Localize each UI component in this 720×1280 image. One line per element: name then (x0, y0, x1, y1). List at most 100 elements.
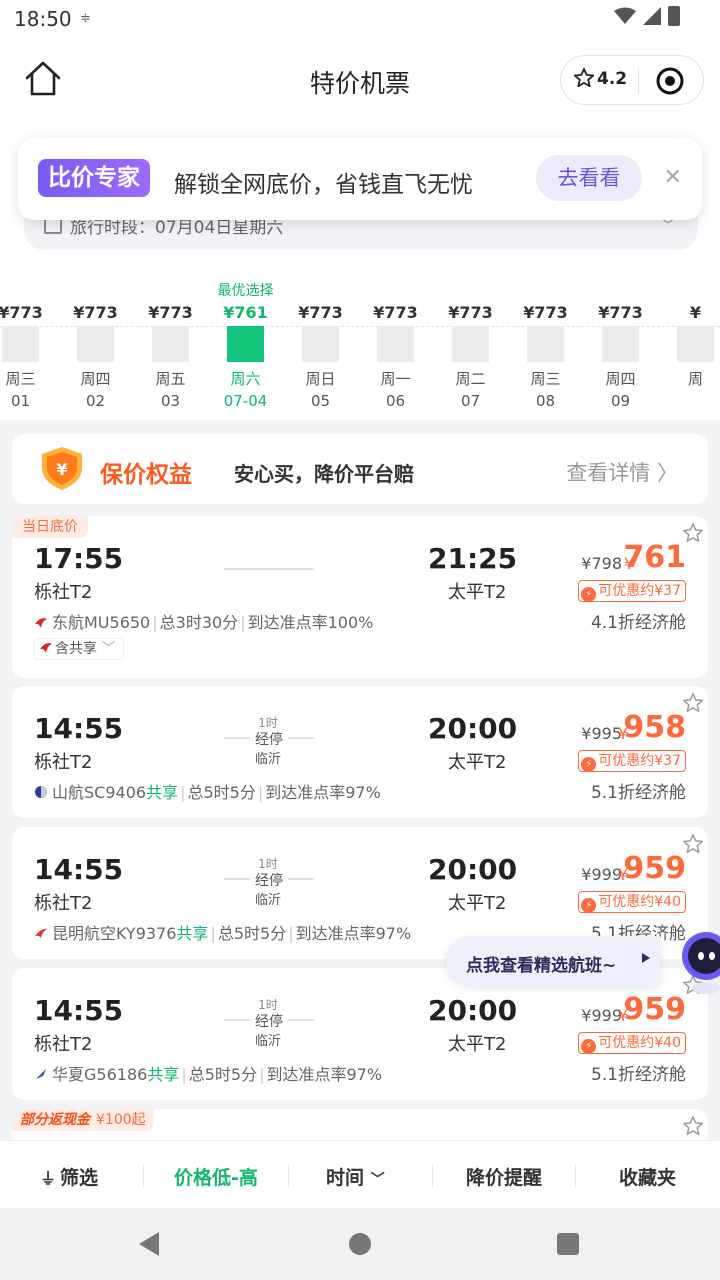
date-weekday: 周五 (155, 370, 186, 388)
date-weekday: 周二 (455, 370, 486, 388)
price-guarantee-banner[interactable]: ¥ 保价权益 安心买，降价平台赔 查看详情 〉 (12, 434, 708, 504)
flight-card[interactable]: 14:55 栎社T2 1时 经停 临沂 20:00 太平T2 ¥999 ¥ 95… (12, 968, 708, 1100)
date-option[interactable]: ¥773 周五 03 (133, 280, 208, 410)
stopover-label: 经停 (250, 1011, 288, 1031)
recent-apps-icon[interactable] (557, 1233, 579, 1255)
arrival-airport: 太平T2 (448, 893, 507, 914)
back-icon[interactable] (139, 1232, 159, 1256)
favorite-star-icon[interactable] (682, 1115, 704, 1137)
codeshare-label: 含共享 (55, 641, 97, 657)
cabin-class: 4.1折经济舱 (590, 613, 686, 633)
date-price: ¥773 (298, 303, 343, 322)
flight-price: 761 (623, 540, 686, 575)
sort-filter-bar: ⏚ 筛选 价格低-高 时间 ﹀ 降价提醒 收藏夹 (0, 1140, 720, 1208)
price-bar (77, 326, 114, 362)
filter-label: 筛选 (60, 1167, 99, 1189)
price-bar (602, 326, 639, 362)
on-time-rate: 到达准点率97% (265, 783, 381, 802)
featured-flights-text: 点我查看精选航班~ (466, 956, 617, 976)
price-bar (152, 326, 189, 362)
tab-divider (288, 1165, 289, 1187)
home-circle-icon[interactable] (349, 1233, 371, 1255)
departure-airport: 栎社T2 (34, 582, 93, 603)
date-option[interactable]: ¥773 周三 08 (508, 280, 583, 410)
favorites-tab[interactable]: 收藏夹 (619, 1163, 676, 1190)
date-option[interactable]: ¥773 周四 09 (583, 280, 658, 410)
price-alert-tab[interactable]: 降价提醒 (466, 1163, 542, 1190)
sort-time-tab[interactable]: 时间 ﹀ (326, 1163, 385, 1190)
date-price: ¥ (689, 303, 702, 322)
best-choice-label (583, 280, 658, 302)
date-option[interactable]: 最优选择 ¥761 周六 07-04 (208, 280, 283, 410)
price-bar (2, 326, 39, 362)
airline-flight-number: 昆明航空KY9376 (52, 924, 177, 943)
date-day: 03 (160, 392, 181, 410)
date-day: 08 (535, 392, 556, 410)
discount-text: 可优惠约¥40 (598, 894, 681, 910)
mini-program-capsule: 4.2 (560, 55, 704, 105)
date-option[interactable]: ¥ 周 (658, 280, 720, 392)
date-option[interactable]: ¥773 周四 02 (58, 280, 133, 410)
flight-meta: 东航MU5650 | 总3时30分 | 到达准点率100% (34, 609, 373, 633)
date-option[interactable]: ¥773 周日 05 (283, 280, 358, 410)
close-mini-program-icon[interactable] (655, 66, 685, 96)
date-weekday: 周 (687, 370, 703, 388)
china-eastern-logo-icon (40, 643, 52, 653)
best-choice-label (283, 280, 358, 302)
sort-price-tab[interactable]: 价格低-高 (174, 1163, 258, 1190)
chevron-right-icon: 〉 (657, 461, 678, 485)
codeshare-tag: 共享 (146, 783, 179, 802)
departure-airport: 栎社T2 (34, 752, 93, 773)
flight-price: 958 (623, 710, 686, 745)
best-choice-label (58, 280, 133, 302)
stopover-label: 经停 (250, 870, 288, 890)
departure-airport: 栎社T2 (34, 1034, 93, 1055)
date-day: 02 (85, 392, 106, 410)
date-day: 06 (385, 392, 406, 410)
status-bar: 18:50 ≑ (0, 0, 720, 40)
wifi-icon (614, 7, 636, 24)
rating-star-icon[interactable] (573, 67, 595, 89)
go-see-button[interactable]: 去看看 (536, 155, 642, 201)
stopover-label: 经停 (250, 729, 288, 749)
cabin-class: 5.1折经济舱 (590, 1065, 686, 1085)
codeshare-toggle[interactable]: 含共享 ﹀ (34, 638, 125, 660)
departure-time: 14:55 (34, 853, 124, 886)
date-weekday: 周三 (5, 370, 36, 388)
guarantee-subtitle: 安心买，降价平台赔 (234, 462, 414, 486)
date-day: 01 (10, 392, 31, 410)
filter-tab[interactable]: ⏚ 筛选 (40, 1163, 98, 1190)
signal-icon (643, 7, 661, 25)
date-option[interactable]: ¥773 周一 06 (358, 280, 433, 410)
stopover-city: 临沂 (254, 1034, 281, 1049)
departure-time: 14:55 (34, 712, 124, 745)
date-day: 07-04 (223, 392, 268, 410)
original-price: ¥999 (581, 865, 622, 884)
rating-value[interactable]: 4.2 (597, 69, 627, 89)
date-price: ¥773 (598, 303, 643, 322)
assistant-robot-icon[interactable] (672, 926, 720, 996)
flight-card[interactable]: 14:55 栎社T2 1时 经停 临沂 20:00 太平T2 ¥995 ¥ 95… (12, 686, 708, 818)
stopover-city: 临沂 (254, 752, 281, 767)
tab-divider (143, 1165, 144, 1187)
price-expert-badge: 比价专家 (38, 159, 150, 197)
date-option[interactable]: ¥773 周三 01 (0, 280, 58, 410)
date-price: ¥773 (523, 303, 568, 322)
arrival-time: 20:00 (428, 994, 518, 1027)
capsule-divider (638, 68, 639, 94)
view-details-link[interactable]: 查看详情 〉 (566, 457, 678, 487)
flight-card[interactable]: 当日底价 17:55 栎社T2 21:25 太平T2 ¥798 ¥ 761 ⚡ 可… (12, 516, 708, 678)
play-arrow-icon (642, 953, 650, 963)
date-weekday: 周六 (230, 370, 261, 388)
kunming-airlines-logo-icon (35, 928, 47, 938)
arrival-airport: 太平T2 (448, 752, 507, 773)
date-price: ¥773 (448, 303, 493, 322)
close-icon[interactable]: ✕ (664, 164, 682, 192)
arrival-time: 20:00 (428, 853, 518, 886)
featured-flights-button[interactable]: 点我查看精选航班~ (446, 936, 660, 986)
best-choice-label: 最优选择 (217, 283, 274, 299)
total-duration: 总5时5分 (217, 924, 287, 943)
date-option[interactable]: ¥773 周二 07 (433, 280, 508, 410)
status-time: 18:50 (14, 7, 72, 31)
date-price: ¥773 (73, 303, 118, 322)
